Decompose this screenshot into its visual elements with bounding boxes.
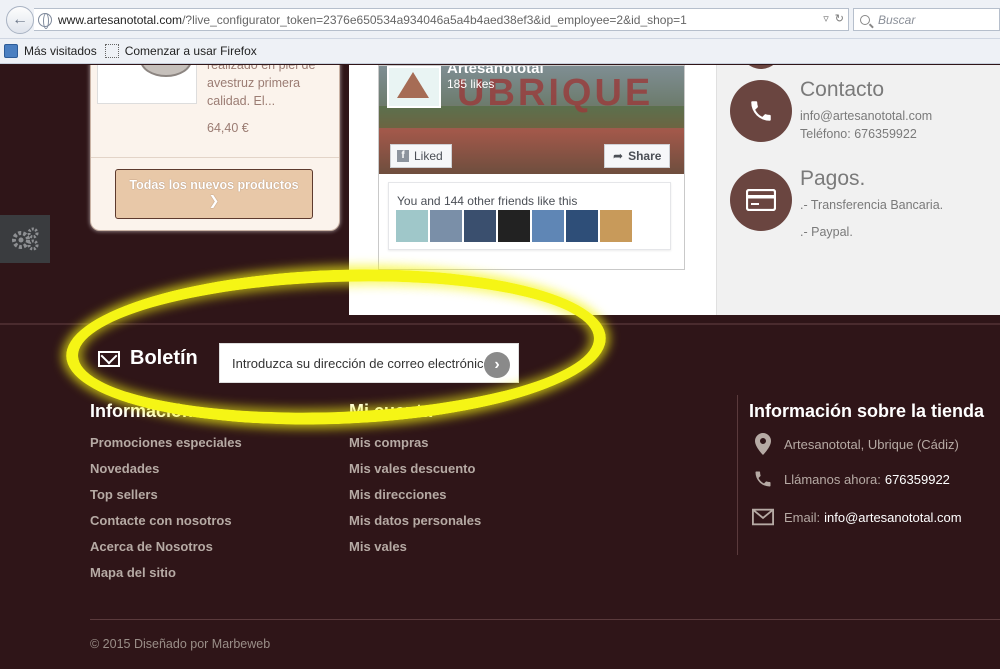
store-address: Artesanototal, Ubrique (Cádiz)	[752, 433, 959, 455]
footer-link[interactable]: Mis vales descuento	[349, 461, 475, 476]
chevron-right-icon: ›	[494, 356, 500, 373]
browser-toolbar: ← www.artesanototal.com/?live_configurat…	[0, 0, 1000, 39]
back-button[interactable]: ←	[6, 6, 34, 34]
newsletter-placeholder: Introduzca su dirección de correo electr…	[232, 355, 491, 371]
contact-email[interactable]: info@artesanototal.com	[800, 109, 932, 123]
configurator-toggle[interactable]	[0, 215, 50, 263]
divider	[90, 619, 1000, 620]
footer-link[interactable]: Acerca de Nosotros	[90, 539, 213, 554]
footer-link[interactable]: Promociones especiales	[90, 435, 242, 450]
facebook-friends-box: You and 144 other friends like this	[388, 182, 671, 250]
liked-label: Liked	[414, 149, 443, 163]
web-page: realizado en piel de avestruz primera ca…	[0, 65, 1000, 669]
share-arrow-icon: ➦	[613, 149, 624, 163]
bookmarks-toolbar: Más visitados Comenzar a usar Firefox	[0, 39, 1000, 64]
account-column-title: Mi cuenta	[349, 401, 433, 421]
phone-icon	[752, 468, 774, 490]
facebook-share-button[interactable]: ➦ Share	[604, 144, 671, 168]
store-info-title: Información sobre la tienda	[749, 401, 985, 421]
newsletter-email-input[interactable]: Introduzca su dirección de correo electr…	[219, 343, 519, 383]
facebook-icon: f	[397, 150, 409, 162]
address-bar[interactable]: www.artesanototal.com/?live_configurator…	[34, 8, 849, 31]
facebook-likes-count: 185 likes	[447, 77, 495, 91]
bookmark-label: Más visitados	[24, 44, 97, 58]
payments-title: Pagos.	[800, 167, 866, 190]
friends-avatars	[396, 210, 632, 242]
share-label: Share	[628, 149, 662, 163]
url-host: www.artesanototal.com	[58, 12, 183, 27]
globe-icon	[38, 12, 52, 29]
newsletter-heading: Boletín	[98, 347, 198, 370]
product-image[interactable]	[97, 65, 197, 104]
info-column-title: Información	[90, 401, 194, 421]
arrow-left-icon: ←	[12, 11, 28, 28]
envelope-icon	[752, 506, 774, 528]
call-label: Llámanos ahora:	[784, 471, 881, 487]
footer-link[interactable]: Novedades	[90, 461, 159, 476]
browser-search-field[interactable]: Buscar	[853, 8, 1000, 31]
button-label: Todas los nuevos productos	[129, 178, 299, 192]
footer-link[interactable]: Top sellers	[90, 487, 158, 502]
newsletter-submit-button[interactable]: ›	[484, 352, 510, 378]
map-marker-icon	[752, 433, 774, 455]
divider	[91, 157, 339, 158]
all-new-products-button[interactable]: Todas los nuevos productos ❯	[115, 169, 313, 219]
main-content: realizado en piel de avestruz primera ca…	[0, 65, 1000, 323]
bookmark-getting-started[interactable]: Comenzar a usar Firefox	[104, 44, 257, 58]
footer-link[interactable]: Contacte con nosotros	[90, 513, 232, 528]
email-value[interactable]: info@artesanototal.com	[824, 510, 962, 525]
divider	[737, 395, 738, 555]
email-label: Email:	[784, 509, 821, 525]
chevron-right-icon: ❯	[208, 193, 220, 208]
new-products-block: realizado en piel de avestruz primera ca…	[90, 65, 340, 231]
footer-link[interactable]: Mis compras	[349, 435, 428, 450]
url-path: /?live_configurator_token=2376e650534a93…	[182, 12, 687, 27]
search-placeholder: Buscar	[878, 12, 916, 27]
page-icon	[104, 44, 119, 58]
copyright-text: © 2015 Diseñado por Marbeweb	[90, 637, 271, 651]
footer-link[interactable]: Mis vales	[349, 539, 407, 554]
newsletter-title: Boletín	[130, 347, 198, 369]
facebook-page-name[interactable]: Artesanototal	[447, 66, 544, 77]
facebook-page-widget: UBRIQUE Artesanototal 185 likes f Liked …	[378, 65, 685, 270]
footer-link[interactable]: Mis datos personales	[349, 513, 481, 528]
bookmark-most-visited[interactable]: Más visitados	[4, 44, 97, 58]
facebook-page-logo[interactable]	[387, 66, 441, 108]
product-price: 64,40 €	[207, 121, 249, 135]
search-icon	[860, 14, 870, 25]
bookmark-folder-icon	[4, 44, 18, 58]
friend-avatar[interactable]	[498, 210, 530, 242]
site-footer: Boletín Introduzca su dirección de corre…	[0, 323, 1000, 669]
contact-phone: Teléfono: 676359922	[800, 127, 917, 141]
friend-avatar[interactable]	[396, 210, 428, 242]
friends-like-text: You and 144 other friends like this	[397, 194, 578, 208]
phone-icon	[730, 80, 792, 142]
facebook-cover-image[interactable]: UBRIQUE Artesanototal 185 likes f Liked …	[379, 66, 684, 174]
payment-method: .- Paypal.	[800, 225, 853, 239]
friend-avatar[interactable]	[600, 210, 632, 242]
friend-avatar[interactable]	[464, 210, 496, 242]
facebook-liked-button[interactable]: f Liked	[390, 144, 452, 168]
dropdown-icon[interactable]: ▿	[823, 12, 829, 25]
contact-title: Contacto	[800, 78, 885, 101]
footer-link[interactable]: Mapa del sitio	[90, 565, 176, 580]
store-phone: Llámanos ahora: 676359922	[752, 468, 950, 490]
bookmark-label: Comenzar a usar Firefox	[124, 44, 257, 58]
footer-link[interactable]: Mis direcciones	[349, 487, 447, 502]
payment-method: .- Transferencia Bancaria.	[800, 198, 944, 212]
call-number[interactable]: 676359922	[885, 472, 950, 487]
store-email: Email: info@artesanototal.com	[752, 506, 962, 528]
friend-avatar[interactable]	[566, 210, 598, 242]
gears-icon	[12, 227, 39, 251]
friend-avatar[interactable]	[532, 210, 564, 242]
product-description: realizado en piel de avestruz primera ca…	[207, 65, 316, 108]
envelope-icon	[98, 350, 120, 367]
friend-avatar[interactable]	[430, 210, 462, 242]
credit-card-icon	[730, 169, 792, 231]
reload-icon[interactable]: ↻	[835, 12, 844, 25]
address-text: Artesanototal, Ubrique (Cádiz)	[784, 436, 959, 452]
